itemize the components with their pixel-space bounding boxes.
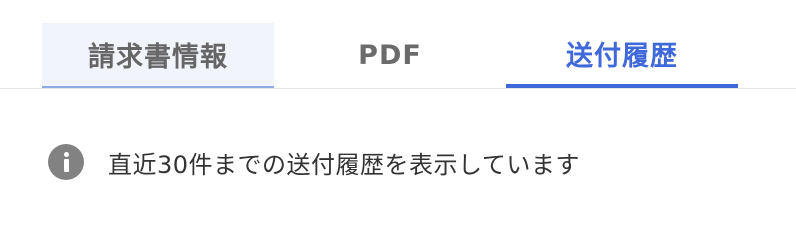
notice-row: 直近30件までの送付履歴を表示しています: [48, 142, 580, 182]
tab-send-history[interactable]: 送付履歴: [506, 23, 738, 88]
notice-text: 直近30件までの送付履歴を表示しています: [108, 150, 580, 179]
tab-pdf[interactable]: PDF: [274, 23, 506, 88]
send-history-panel: 請求書情報 PDF 送付履歴 直近30件までの送付履歴を表示しています: [0, 0, 796, 220]
tab-invoice-info[interactable]: 請求書情報: [42, 23, 274, 88]
tab-bar: 請求書情報 PDF 送付履歴: [0, 0, 796, 89]
info-icon: [48, 144, 84, 180]
